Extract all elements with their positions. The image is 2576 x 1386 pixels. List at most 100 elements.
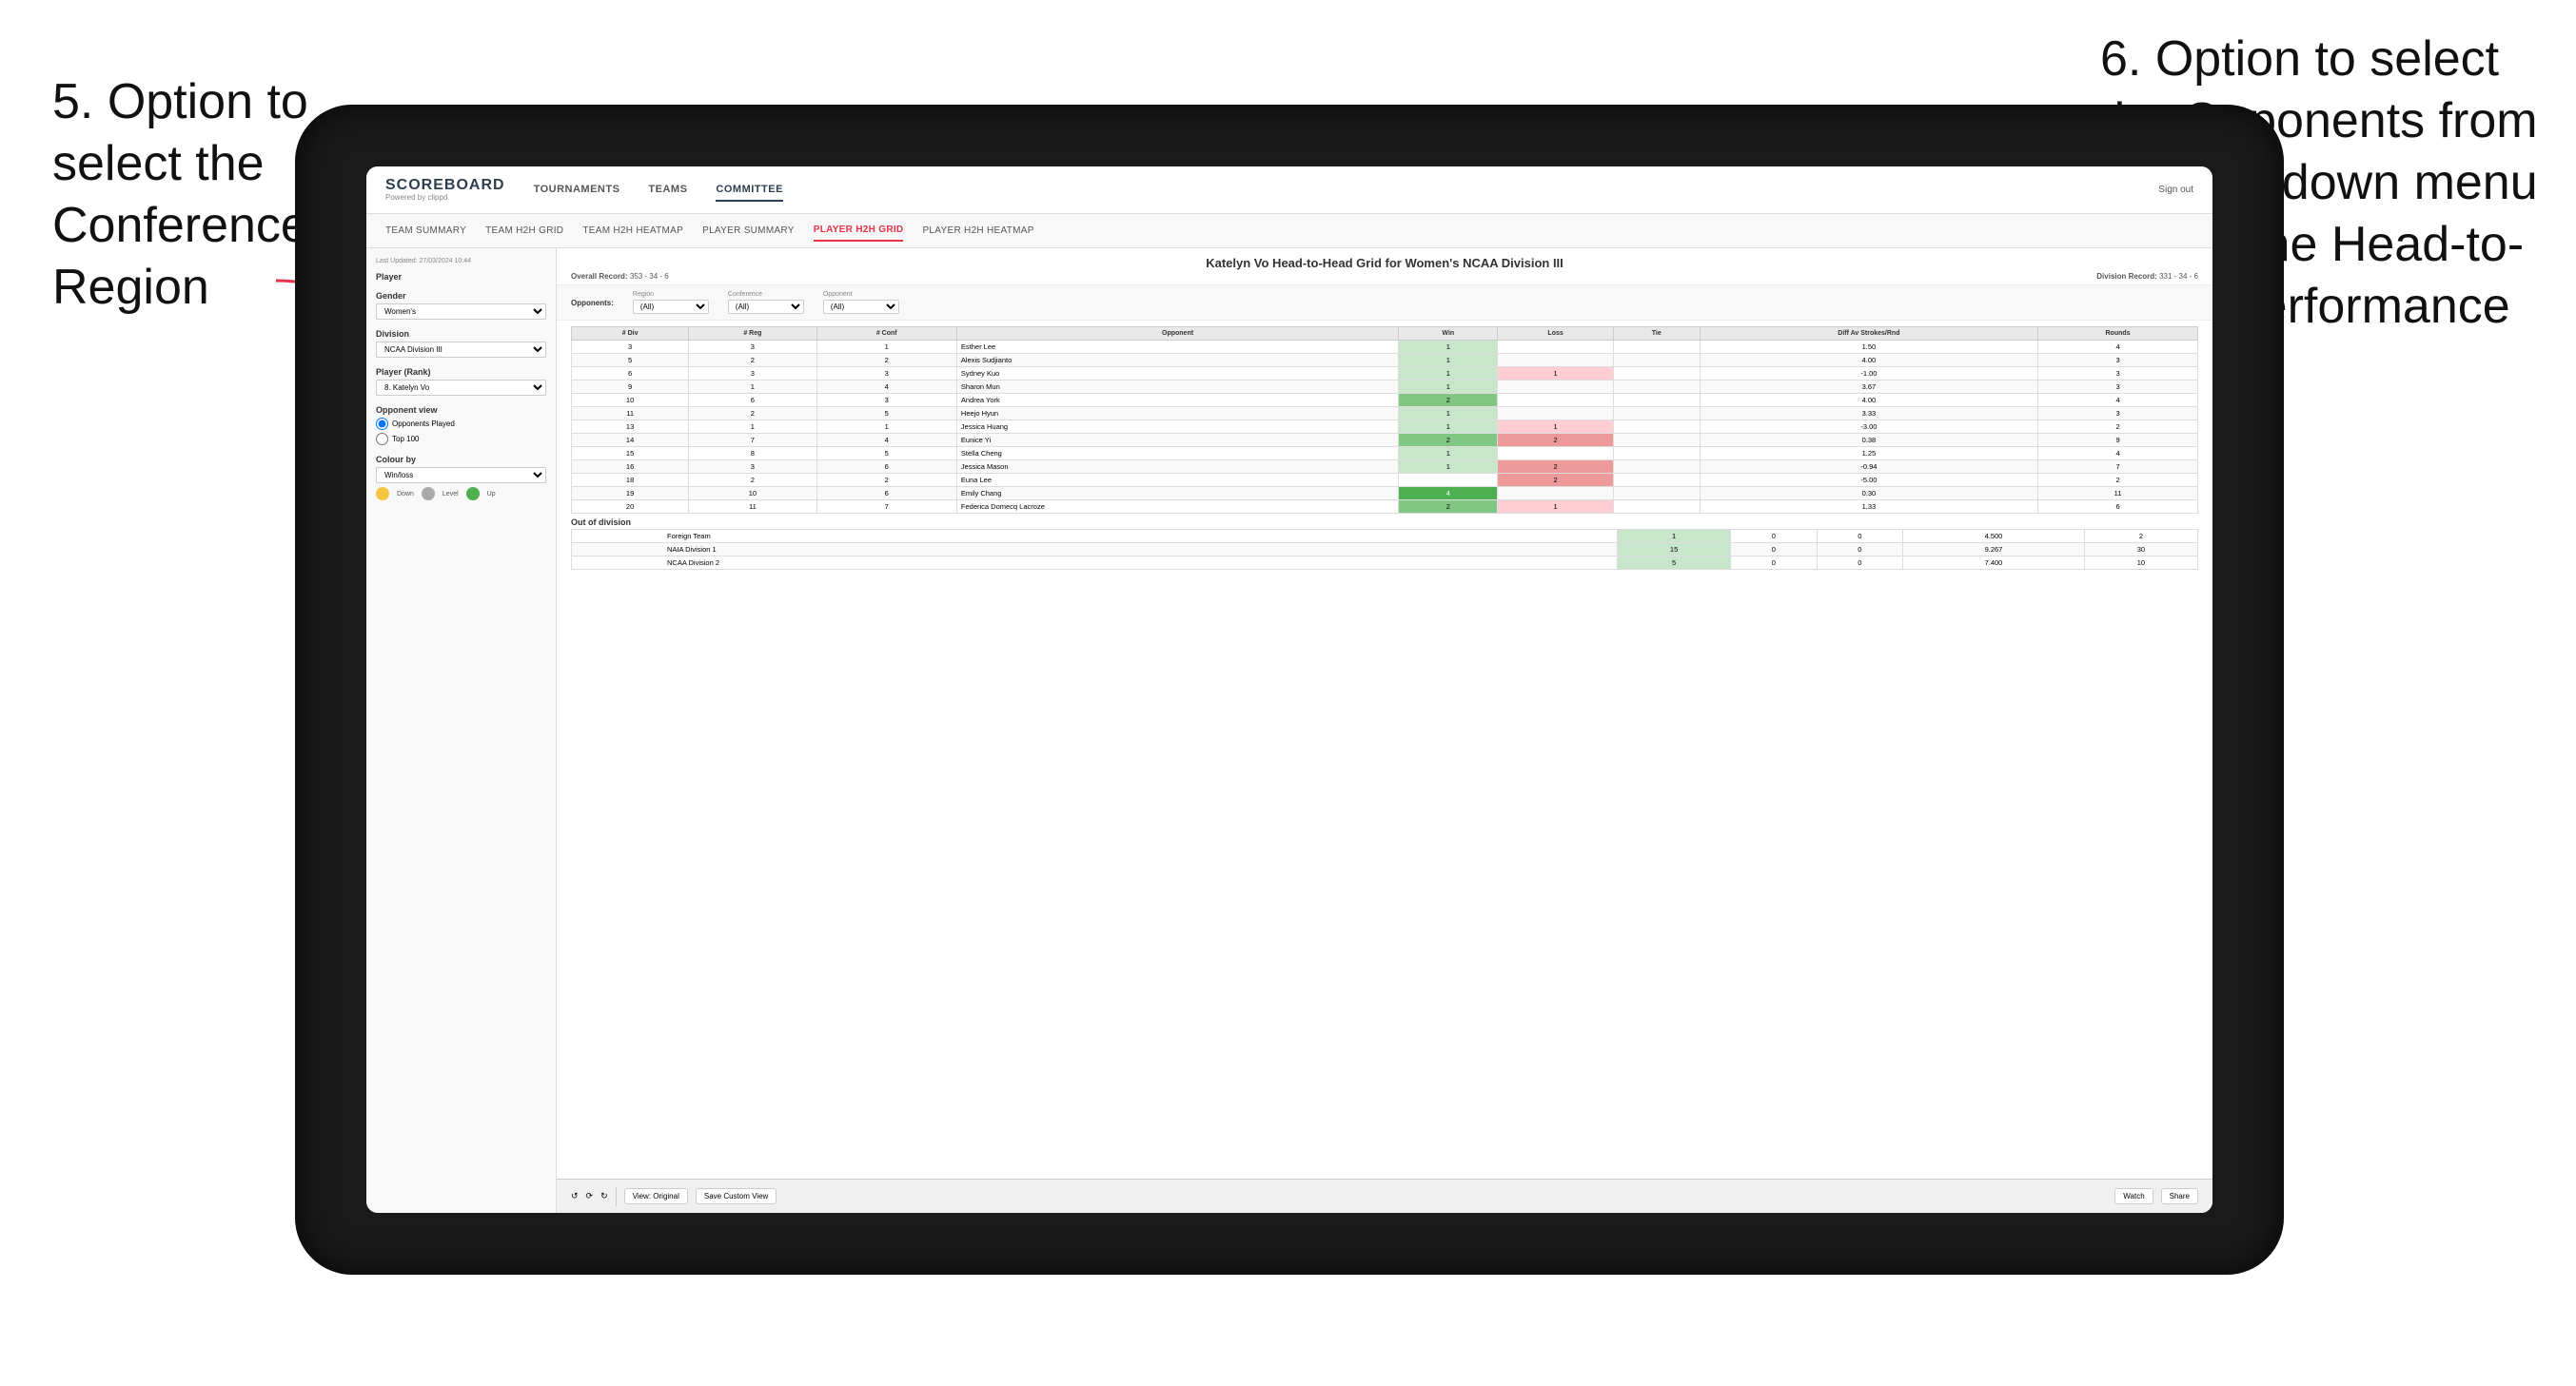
td-win: 1: [1399, 407, 1498, 420]
sub-nav-team-h2h-heatmap[interactable]: TEAM H2H HEATMAP: [582, 221, 683, 241]
table-row: 13 1 1 Jessica Huang 1 1 -3.00 2: [572, 420, 2198, 434]
sub-nav-player-h2h-grid[interactable]: PLAYER H2H GRID: [814, 220, 904, 242]
td-opponent: Andrea York: [956, 394, 1398, 407]
td-out-tie: 0: [1817, 556, 1902, 570]
th-diff: Diff Av Strokes/Rnd: [1700, 327, 2037, 341]
data-table: # Div # Reg # Conf Opponent Win Loss Tie…: [571, 326, 2198, 514]
td-out-win: 15: [1618, 543, 1731, 556]
filter-region-label: Region: [633, 291, 709, 298]
td-rounds: 4: [2038, 394, 2198, 407]
td-div: 15: [572, 447, 689, 460]
nav-logo: SCOREBOARD Powered by clippd: [385, 178, 505, 202]
td-out-diff: 7.400: [1903, 556, 2085, 570]
td-rounds: 6: [2038, 500, 2198, 514]
td-conf: 3: [816, 394, 956, 407]
td-tie: [1613, 394, 1700, 407]
nav-committee[interactable]: COMMITTEE: [716, 179, 783, 202]
td-opponent: Alexis Sudjianto: [956, 354, 1398, 367]
sidebar-radio-top100[interactable]: Top 100: [376, 433, 546, 445]
th-reg: # Reg: [689, 327, 816, 341]
toolbar-undo-icon[interactable]: ↺: [571, 1191, 579, 1201]
td-out-opponent: NCAA Division 2: [572, 556, 1618, 570]
td-diff: -5.00: [1700, 474, 2037, 487]
nav-tournaments[interactable]: TOURNAMENTS: [534, 179, 620, 202]
td-rounds: 2: [2038, 420, 2198, 434]
td-div: 19: [572, 487, 689, 500]
td-reg: 8: [689, 447, 816, 460]
td-div: 6: [572, 367, 689, 381]
nav-teams[interactable]: TEAMS: [648, 179, 687, 202]
td-win: 1: [1399, 367, 1498, 381]
td-opponent: Heejo Hyun: [956, 407, 1398, 420]
filter-opponent: Opponent (All): [823, 291, 899, 314]
th-opponent: Opponent: [956, 327, 1398, 341]
sign-out-link[interactable]: Sign out: [2158, 185, 2193, 195]
td-out-opponent: NAIA Division 1: [572, 543, 1618, 556]
td-reg: 7: [689, 434, 816, 447]
sidebar-colour-label: Colour by: [376, 455, 546, 464]
td-reg: 2: [689, 407, 816, 420]
td-loss: [1498, 394, 1613, 407]
sidebar-division-select[interactable]: NCAA Division III: [376, 342, 546, 358]
td-diff: 1.25: [1700, 447, 2037, 460]
td-rounds: 3: [2038, 407, 2198, 420]
td-tie: [1613, 434, 1700, 447]
sub-nav-team-h2h-grid[interactable]: TEAM H2H GRID: [485, 221, 563, 241]
td-win: 2: [1399, 434, 1498, 447]
td-reg: 2: [689, 354, 816, 367]
td-opponent: Jessica Huang: [956, 420, 1398, 434]
td-tie: [1613, 420, 1700, 434]
toolbar-share[interactable]: Share: [2161, 1188, 2198, 1204]
toolbar-refresh-icon[interactable]: ↻: [600, 1191, 608, 1201]
td-tie: [1613, 474, 1700, 487]
td-out-loss: 0: [1731, 556, 1817, 570]
td-diff: 1.33: [1700, 500, 2037, 514]
td-rounds: 11: [2038, 487, 2198, 500]
table-row: 10 6 3 Andrea York 2 4.00 4: [572, 394, 2198, 407]
toolbar-view-original[interactable]: View: Original: [624, 1188, 688, 1204]
table-row: 11 2 5 Heejo Hyun 1 3.33 3: [572, 407, 2198, 420]
td-win: 2: [1399, 500, 1498, 514]
td-loss: [1498, 354, 1613, 367]
toolbar-redo-icon[interactable]: ⟳: [586, 1191, 594, 1201]
toolbar-watch[interactable]: Watch: [2114, 1188, 2153, 1204]
td-diff: 3.67: [1700, 381, 2037, 394]
td-diff: -3.00: [1700, 420, 2037, 434]
td-reg: 2: [689, 474, 816, 487]
td-loss: [1498, 487, 1613, 500]
td-win: 2: [1399, 394, 1498, 407]
out-division-header: Out of division: [571, 514, 2198, 529]
table-row: 18 2 2 Euna Lee 2 -5.00 2: [572, 474, 2198, 487]
td-reg: 10: [689, 487, 816, 500]
sidebar-gender-select[interactable]: Women's: [376, 303, 546, 320]
td-out-opponent: Foreign Team: [572, 530, 1618, 543]
filter-conference-select[interactable]: (All): [728, 300, 804, 314]
td-out-tie: 0: [1817, 543, 1902, 556]
td-loss: 1: [1498, 500, 1613, 514]
td-loss: 2: [1498, 474, 1613, 487]
sidebar-colour-select[interactable]: Win/loss: [376, 467, 546, 483]
sub-nav-player-summary[interactable]: PLAYER SUMMARY: [702, 221, 795, 241]
sidebar-player-rank-select[interactable]: 8. Katelyn Vo: [376, 380, 546, 396]
sidebar-gender-section: Gender Women's: [376, 291, 546, 320]
td-opponent: Emily Chang: [956, 487, 1398, 500]
toolbar-save-custom[interactable]: Save Custom View: [696, 1188, 777, 1204]
filter-region-select[interactable]: (All): [633, 300, 709, 314]
td-conf: 5: [816, 447, 956, 460]
td-reg: 11: [689, 500, 816, 514]
filter-opponent-select[interactable]: (All): [823, 300, 899, 314]
td-reg: 3: [689, 341, 816, 354]
panel-header: Katelyn Vo Head-to-Head Grid for Women's…: [557, 248, 2212, 285]
sub-nav-player-h2h-heatmap[interactable]: PLAYER H2H HEATMAP: [922, 221, 1033, 241]
data-table-container: # Div # Reg # Conf Opponent Win Loss Tie…: [557, 321, 2212, 1179]
opponents-label: Opponents:: [571, 299, 614, 307]
table-row: 6 3 3 Sydney Kuo 1 1 -1.00 3: [572, 367, 2198, 381]
td-tie: [1613, 354, 1700, 367]
sidebar-radio-opponents-played[interactable]: Opponents Played: [376, 418, 546, 430]
nav-right: Sign out: [2158, 185, 2193, 195]
td-out-win: 5: [1618, 556, 1731, 570]
tablet-screen: SCOREBOARD Powered by clippd TOURNAMENTS…: [366, 166, 2212, 1213]
filter-conference: Conference (All): [728, 291, 804, 314]
sub-nav-team-summary[interactable]: TEAM SUMMARY: [385, 221, 466, 241]
td-win: 1: [1399, 341, 1498, 354]
